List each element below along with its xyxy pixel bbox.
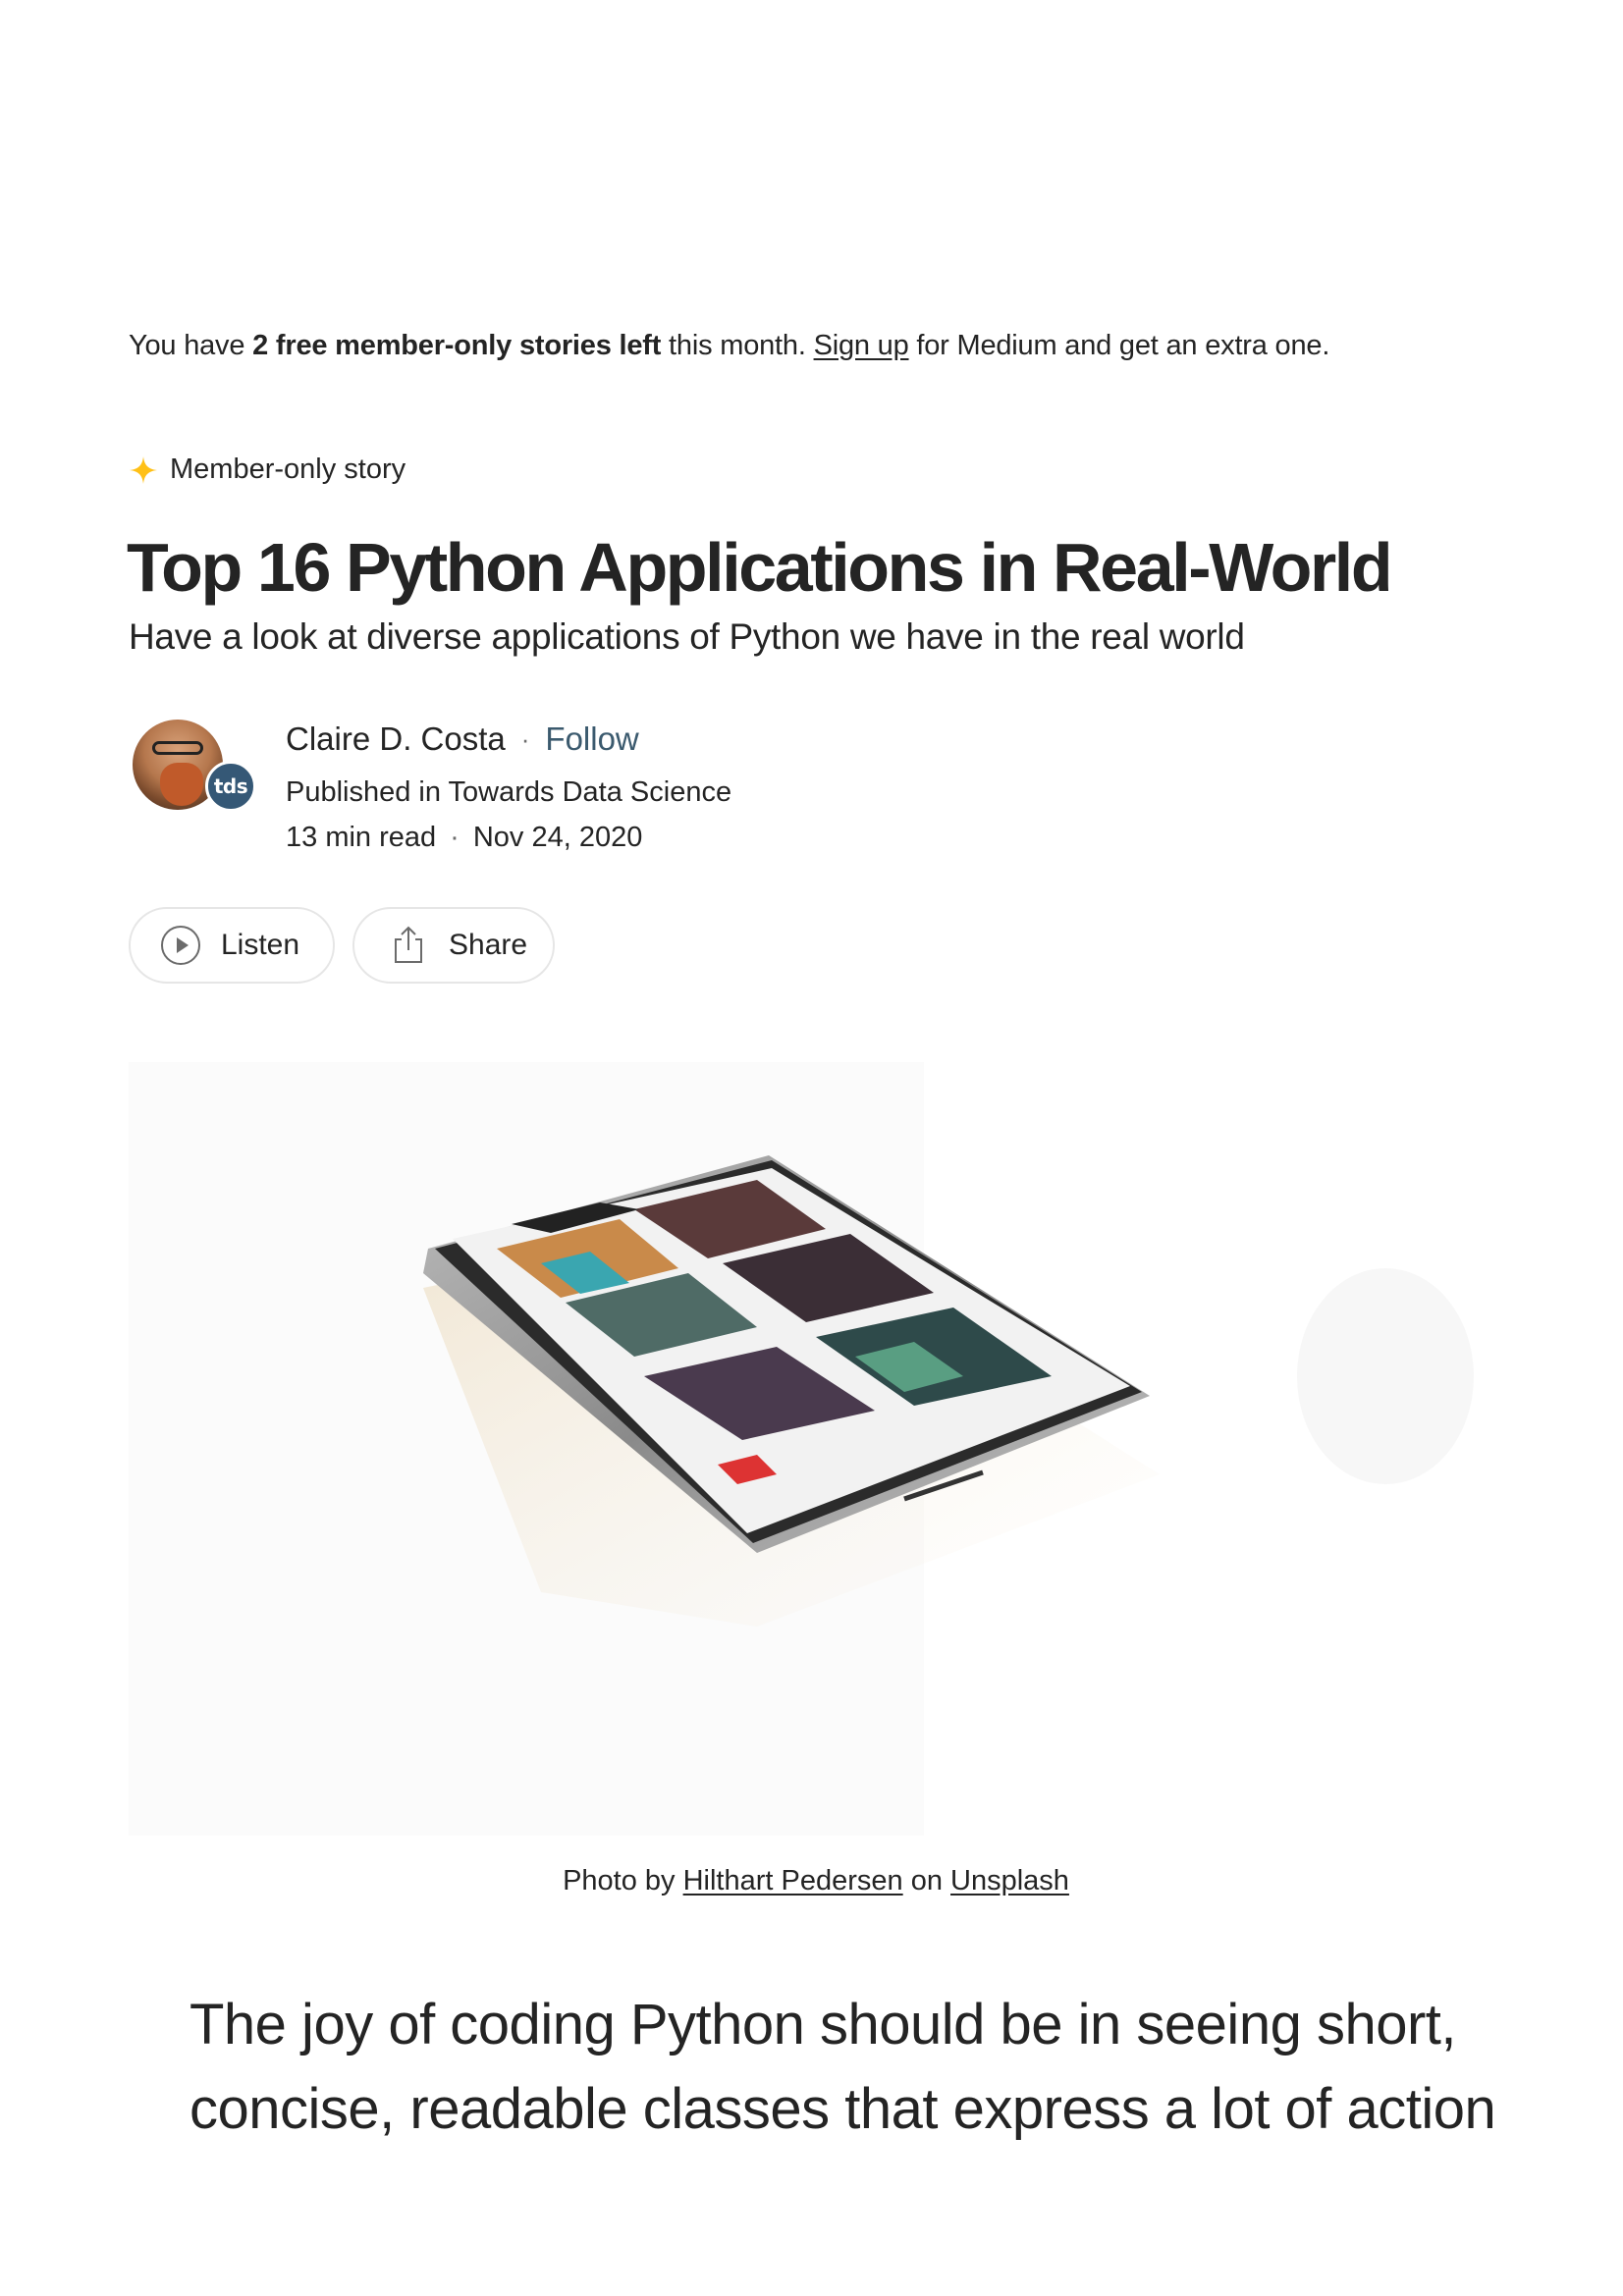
author-avatar-group[interactable]: tds <box>133 720 266 818</box>
article-subtitle: Have a look at diverse applications of P… <box>129 616 1245 657</box>
caption-prefix: Photo by <box>563 1865 683 1896</box>
unsplash-link[interactable]: Unsplash <box>950 1865 1069 1896</box>
banner-bold-count: 2 free member-only stories left <box>252 330 662 361</box>
publication-badge[interactable]: tds <box>205 761 256 812</box>
publication-link[interactable]: Towards Data Science <box>449 776 732 808</box>
banner-suffix: for Medium and get an extra one. <box>908 330 1330 361</box>
separator-dot: · <box>520 723 530 754</box>
banner-middle: this month. <box>661 330 814 361</box>
published-in: Published in Towards Data Science <box>286 776 731 809</box>
follow-button[interactable]: Follow <box>545 721 638 758</box>
member-only-badge: Member-only story <box>129 454 406 486</box>
meta-separator-dot: · <box>450 822 460 853</box>
read-time: 13 min read <box>286 822 437 853</box>
pull-quote: The joy of coding Python should be in se… <box>189 1983 1505 2152</box>
author-line: Claire D. Costa · Follow <box>286 721 639 758</box>
member-only-label: Member-only story <box>170 454 406 485</box>
listen-button[interactable]: Listen <box>129 907 335 984</box>
listen-label: Listen <box>221 929 300 961</box>
publish-date: Nov 24, 2020 <box>472 822 643 853</box>
share-label: Share <box>449 929 528 961</box>
phone-illustration <box>129 1062 1503 1836</box>
share-button[interactable]: Share <box>352 907 555 984</box>
quote-line-2: concise, readable classes that express a… <box>189 2077 1496 2141</box>
published-prefix: Published in <box>286 776 441 808</box>
photo-caption: Photo by Hilthart Pedersen on Unsplash <box>129 1865 1503 1897</box>
avatar-beard <box>160 763 203 806</box>
article-photo <box>129 1062 1503 1836</box>
quote-line-1: The joy of coding Python should be in se… <box>189 1993 1457 2056</box>
caption-middle: on <box>902 1865 951 1896</box>
article-meta: 13 min read · Nov 24, 2020 <box>286 822 642 854</box>
banner-prefix: You have <box>129 330 253 361</box>
author-name[interactable]: Claire D. Costa <box>286 721 506 758</box>
signup-link[interactable]: Sign up <box>814 330 909 361</box>
avatar-glasses <box>152 741 203 755</box>
article-title: Top 16 Python Applications in Real-World <box>127 529 1393 606</box>
photographer-link[interactable]: Hilthart Pedersen <box>683 1865 903 1896</box>
share-icon <box>395 926 422 963</box>
play-icon <box>161 926 200 965</box>
free-stories-banner: You have 2 free member-only stories left… <box>129 330 1329 362</box>
star-icon <box>130 455 157 484</box>
